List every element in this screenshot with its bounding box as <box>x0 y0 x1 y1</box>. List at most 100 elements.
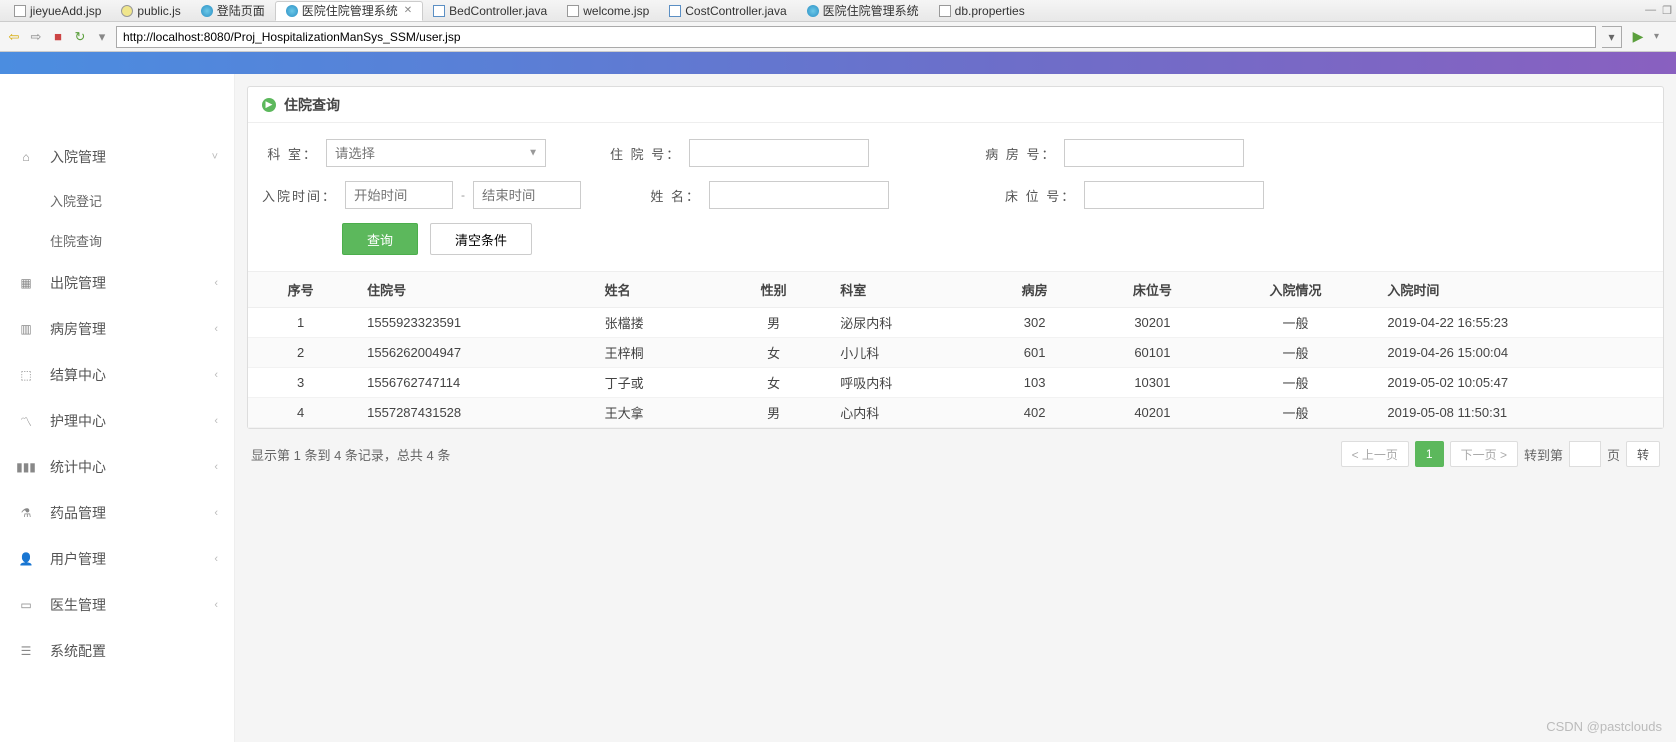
file-icon <box>939 5 951 17</box>
refresh-button[interactable]: ↻ <box>72 29 88 45</box>
table-cell: 一般 <box>1218 398 1374 428</box>
url-dropdown-icon[interactable]: ▾ <box>1602 26 1622 48</box>
editor-tab[interactable]: 医院住院管理系统✕ <box>275 1 423 21</box>
file-icon <box>567 5 579 17</box>
watermark: CSDN @pastclouds <box>1546 719 1662 734</box>
editor-tab[interactable]: BedController.java <box>423 1 557 21</box>
stop-button[interactable]: ■ <box>50 29 66 45</box>
sidebar-item[interactable]: ☰ 系统配置 <box>0 628 234 674</box>
tab-label: public.js <box>137 4 180 18</box>
sidebar-item-label: 药品管理 <box>50 503 214 523</box>
table-cell: 一般 <box>1218 368 1374 398</box>
sidebar-sub-item[interactable]: 住院查询 <box>0 220 234 260</box>
sidebar-sub-item[interactable]: 入院登记 <box>0 180 234 220</box>
sidebar-item[interactable]: 👤用户管理‹ <box>0 536 234 582</box>
sidebar-item-label: 医生管理 <box>50 595 214 615</box>
next-page-button[interactable]: 下一页 > <box>1450 441 1518 467</box>
prev-page-button[interactable]: < 上一页 <box>1341 441 1409 467</box>
ward-label: 病 房 号： <box>985 144 1056 163</box>
table-cell: 泌尿内科 <box>826 308 982 338</box>
start-time-input[interactable] <box>345 181 453 209</box>
name-input[interactable] <box>709 181 889 209</box>
sidebar-item[interactable]: ▭医生管理‹ <box>0 582 234 628</box>
table-cell: 王梓桐 <box>591 338 721 368</box>
url-input[interactable] <box>116 26 1596 48</box>
file-icon <box>201 5 213 17</box>
settings-icon: ☰ <box>16 641 36 661</box>
chart-line-icon: 〽 <box>16 411 36 431</box>
forward-button[interactable]: ⇨ <box>28 29 44 45</box>
back-button[interactable]: ⇦ <box>6 29 22 45</box>
admit-time-label: 入院时间： <box>262 186 337 205</box>
sidebar-item[interactable]: ▮▮▮ 统计中心‹ <box>0 444 234 490</box>
editor-tab[interactable]: public.js <box>111 1 190 21</box>
tab-label: BedController.java <box>449 4 547 18</box>
close-icon[interactable]: ✕ <box>404 5 412 16</box>
pagination: < 上一页 1 下一页 > 转到第 页 转 <box>1341 441 1660 467</box>
table-cell: 一般 <box>1218 338 1374 368</box>
nav-dropdown-icon[interactable]: ▾ <box>94 29 110 45</box>
panel-title: 住院查询 <box>284 95 340 115</box>
editor-tab[interactable]: db.properties <box>929 1 1035 21</box>
bed-input[interactable] <box>1084 181 1264 209</box>
table-cell: 1556762747114 <box>353 368 591 398</box>
bar-chart-icon: ▮▮▮ <box>16 457 36 477</box>
sidebar-item[interactable]: ▥病房管理‹ <box>0 306 234 352</box>
file-icon <box>286 5 298 17</box>
window-controls: — ❐ <box>1645 4 1672 17</box>
jump-button[interactable]: 转 <box>1626 441 1660 467</box>
table-cell: 张檔搂 <box>591 308 721 338</box>
jump-input[interactable] <box>1569 441 1601 467</box>
clear-button[interactable]: 清空条件 <box>430 223 532 255</box>
flask-icon: ⚗ <box>16 503 36 523</box>
go-button[interactable]: ▶ <box>1628 28 1648 45</box>
table-cell: 一般 <box>1218 308 1374 338</box>
editor-tab[interactable]: 登陆页面 <box>191 1 275 21</box>
building-icon: ▥ <box>16 319 36 339</box>
sidebar-item[interactable]: ⚗药品管理‹ <box>0 490 234 536</box>
id-card-icon: ▭ <box>16 595 36 615</box>
page-1-button[interactable]: 1 <box>1415 441 1444 467</box>
tab-label: welcome.jsp <box>583 4 649 18</box>
app-gradient-header <box>0 52 1676 74</box>
table-cell: 40201 <box>1087 398 1217 428</box>
column-header: 序号 <box>248 272 353 308</box>
table-row[interactable]: 41557287431528王大拿男心内科40240201一般2019-05-0… <box>248 398 1663 428</box>
restore-icon[interactable]: ❐ <box>1662 4 1672 17</box>
table-cell: 男 <box>721 308 826 338</box>
table-row[interactable]: 21556262004947王梓桐女小儿科60160101一般2019-04-2… <box>248 338 1663 368</box>
chevron-icon: ‹ <box>214 461 218 473</box>
minimize-icon[interactable]: — <box>1645 4 1656 17</box>
editor-tab[interactable]: 医院住院管理系统 <box>797 1 929 21</box>
sidebar-item-label: 统计中心 <box>50 457 214 477</box>
table-cell: 1557287431528 <box>353 398 591 428</box>
ward-input[interactable] <box>1064 139 1244 167</box>
sidebar-item[interactable]: ⌂入院管理˅ <box>0 134 234 180</box>
home-icon: ⌂ <box>16 147 36 167</box>
editor-tab[interactable]: CostController.java <box>659 1 796 21</box>
sidebar-item[interactable]: ▦出院管理‹ <box>0 260 234 306</box>
tab-label: jieyueAdd.jsp <box>30 4 101 18</box>
map-icon: ⬚ <box>16 365 36 385</box>
table-cell: 103 <box>982 368 1087 398</box>
column-header: 住院号 <box>353 272 591 308</box>
editor-tab[interactable]: jieyueAdd.jsp <box>4 1 111 21</box>
browser-menu-icon[interactable]: ▾ <box>1654 31 1670 42</box>
hospno-input[interactable] <box>689 139 869 167</box>
sidebar-item-label: 病房管理 <box>50 319 214 339</box>
query-button[interactable]: 查询 <box>342 223 418 255</box>
table-cell: 王大拿 <box>591 398 721 428</box>
sidebar-item[interactable]: ⬚结算中心‹ <box>0 352 234 398</box>
dept-select[interactable] <box>326 139 546 167</box>
chevron-icon: ‹ <box>214 553 218 565</box>
table-row[interactable]: 11555923323591张檔搂男泌尿内科30230201一般2019-04-… <box>248 308 1663 338</box>
table-cell: 10301 <box>1087 368 1217 398</box>
sidebar-item-label: 出院管理 <box>50 273 214 293</box>
end-time-input[interactable] <box>473 181 581 209</box>
file-icon <box>14 5 26 17</box>
table-row[interactable]: 31556762747114丁子或女呼吸内科10310301一般2019-05-… <box>248 368 1663 398</box>
sidebar-item-label: 系统配置 <box>50 641 218 661</box>
file-icon <box>807 5 819 17</box>
sidebar-item[interactable]: 〽护理中心‹ <box>0 398 234 444</box>
editor-tab[interactable]: welcome.jsp <box>557 1 659 21</box>
